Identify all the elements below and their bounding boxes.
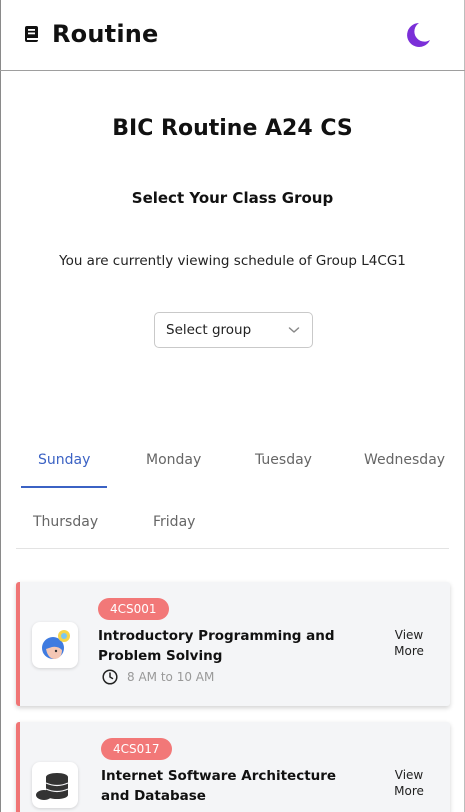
class-card[interactable]: 4CS017 Internet Software Architecture an…: [16, 722, 450, 812]
page-title: BIC Routine A24 CS: [112, 116, 353, 141]
tab-sunday[interactable]: Sunday: [38, 452, 90, 468]
tab-wednesday[interactable]: Wednesday: [364, 452, 445, 468]
group-select-label: Select group: [166, 322, 252, 338]
app-title: Routine: [52, 20, 159, 48]
theme-toggle-button[interactable]: [402, 20, 432, 50]
class-time: 8 AM to 10 AM: [102, 669, 214, 685]
app-header: Routine: [0, 0, 465, 71]
tab-tuesday[interactable]: Tuesday: [255, 452, 312, 468]
course-title: Introductory Programming and Problem Sol…: [98, 628, 335, 664]
moon-icon: [407, 23, 430, 47]
class-card[interactable]: 4CS001 Introductory Programming and Prob…: [16, 582, 450, 706]
tab-thursday[interactable]: Thursday: [33, 514, 98, 530]
tab-friday[interactable]: Friday: [153, 514, 195, 530]
course-code-badge: 4CS017: [101, 738, 172, 760]
brand[interactable]: Routine: [24, 18, 159, 50]
database-icon: [32, 762, 78, 808]
tabs-divider: [16, 548, 449, 549]
current-group-text: You are currently viewing schedule of Gr…: [59, 253, 406, 269]
active-tab-indicator: [21, 486, 107, 488]
course-title: Internet Software Architecture and Datab…: [101, 768, 337, 804]
clock-icon: [102, 669, 118, 685]
view-more-button[interactable]: View More: [385, 767, 433, 799]
chevron-down-icon: [288, 327, 300, 333]
programmer-avatar-icon: [32, 622, 78, 668]
group-heading: Select Your Class Group: [131, 189, 334, 207]
book-icon: [24, 25, 40, 43]
view-more-button[interactable]: View More: [385, 627, 433, 659]
course-code-badge: 4CS001: [98, 598, 169, 620]
tab-monday[interactable]: Monday: [146, 452, 201, 468]
group-select[interactable]: Select group: [154, 312, 313, 348]
class-time-text: 8 AM to 10 AM: [127, 670, 215, 684]
